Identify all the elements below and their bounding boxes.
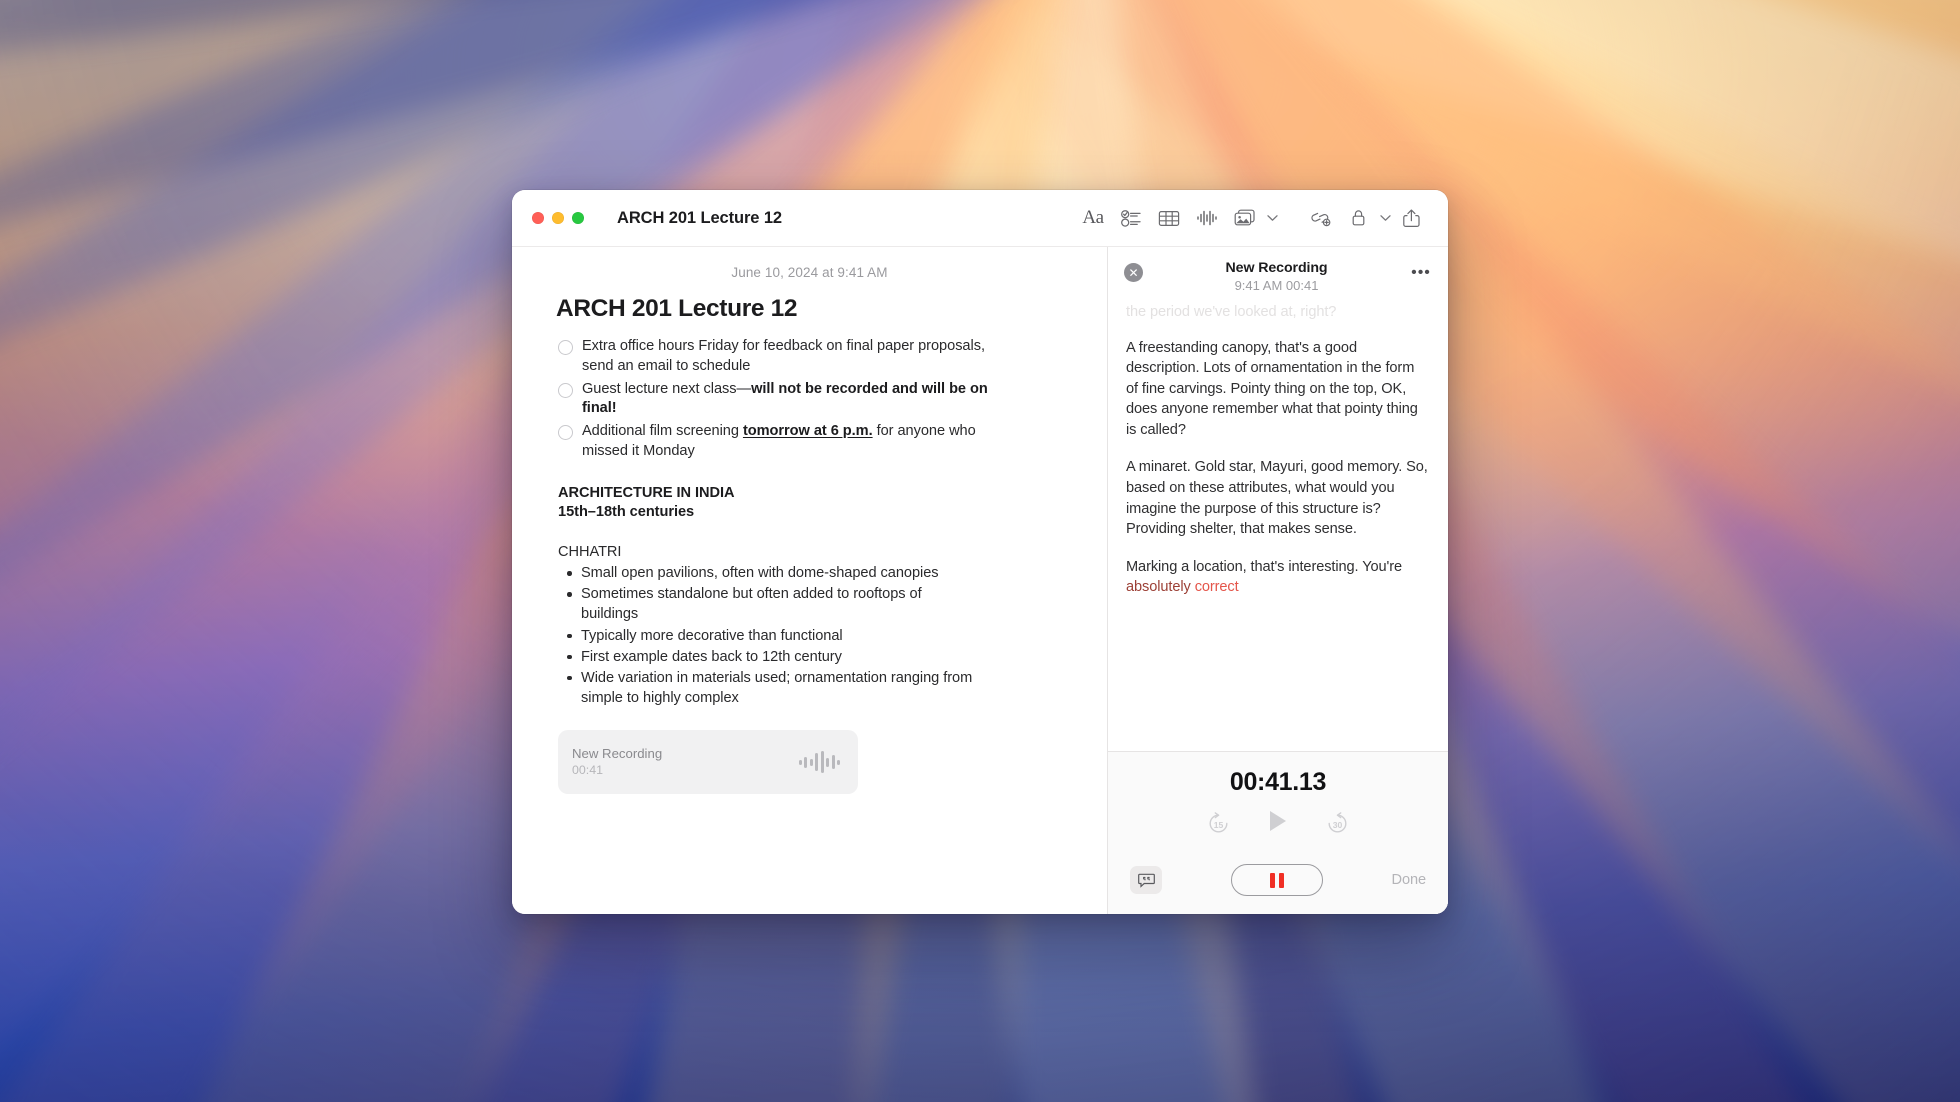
link-add-icon[interactable]: [1301, 202, 1339, 234]
topic-heading: CHHATRI: [558, 544, 622, 561]
audio-attachment[interactable]: New Recording 00:41: [558, 730, 858, 794]
table-icon[interactable]: [1150, 202, 1188, 234]
skip-back-label: 15: [1213, 819, 1224, 830]
media-menu[interactable]: [1226, 202, 1279, 234]
transcript-segment-newest: correct: [1194, 579, 1239, 596]
section-subheading: 15th–18th centuries: [558, 504, 695, 521]
pause-icon-bar: [1278, 872, 1284, 888]
transcript-line: A freestanding canopy, that's a good des…: [1126, 339, 1418, 438]
lock-menu[interactable]: [1339, 202, 1392, 234]
window-titlebar: ARCH 201 Lecture 12 Aa: [512, 190, 1448, 247]
skip-forward-30-icon[interactable]: 30: [1325, 811, 1350, 836]
skip-forward-label: 30: [1332, 819, 1343, 830]
pause-recording-button[interactable]: [1230, 864, 1323, 896]
section-heading: ARCHITECTURE IN INDIA: [558, 484, 735, 501]
transcript-area[interactable]: the period we've looked at, right? A fre…: [1108, 302, 1448, 751]
recording-titles: New Recording 9:41 AM 00:41: [1143, 260, 1410, 293]
checklist-item[interactable]: Additional film screening tomorrow at 6 …: [558, 422, 1061, 462]
share-icon[interactable]: [1392, 202, 1430, 234]
transcript-segment-recent: absolutely: [1126, 579, 1191, 596]
recording-title: New Recording: [1225, 260, 1328, 276]
recording-header: ✕ New Recording 9:41 AM 00:41 •••: [1108, 247, 1448, 302]
audio-player: 00:41.13 15 30 Done: [1108, 751, 1448, 914]
minimize-window-button[interactable]: [552, 212, 564, 224]
checkbox-icon[interactable]: [558, 340, 573, 355]
transcript-line-live: Marking a location, that's interesting. …: [1126, 557, 1430, 598]
player-bottom-bar: Done: [1108, 848, 1448, 914]
recording-more-button[interactable]: •••: [1410, 263, 1432, 283]
note-checklist: Extra office hours Friday for feedback o…: [558, 337, 1061, 462]
audio-attachment-name: New Recording: [572, 746, 663, 762]
list-item: Wide variation in materials used; orname…: [558, 668, 978, 708]
list-item: Small open pavilions, often with dome-sh…: [558, 563, 978, 583]
note-section: ARCHITECTURE IN INDIA 15th–18th centurie…: [558, 484, 1061, 524]
audio-attachment-meta: New Recording 00:41: [572, 745, 789, 779]
notes-window: ARCH 201 Lecture 12 Aa June 10, 2024 at …: [512, 190, 1448, 914]
checklist-icon[interactable]: [1112, 202, 1150, 234]
checklist-item[interactable]: Guest lecture next class—will not be rec…: [558, 380, 1061, 420]
note-date: June 10, 2024 at 9:41 AM: [731, 265, 888, 280]
checkbox-icon[interactable]: [558, 382, 573, 398]
close-window-button[interactable]: [532, 212, 544, 224]
recording-panel: ✕ New Recording 9:41 AM 00:41 ••• the pe…: [1107, 247, 1448, 914]
checkbox-icon[interactable]: [558, 425, 573, 441]
list-item: Sometimes standalone but often added to …: [558, 584, 978, 624]
pause-icon-bar: [1269, 872, 1275, 888]
audio-waveform-icon[interactable]: [1188, 202, 1226, 234]
play-icon[interactable]: [1267, 809, 1289, 838]
done-button[interactable]: Done: [1392, 872, 1427, 888]
lock-icon[interactable]: [1339, 202, 1377, 234]
list-item: Typically more decorative than functiona…: [558, 626, 978, 646]
window-body: June 10, 2024 at 9:41 AM ARCH 201 Lectur…: [512, 247, 1448, 914]
list-item: First example dates back to 12th century: [558, 647, 978, 667]
transcript-segment: Marking a location, that's interesting. …: [1126, 558, 1402, 575]
transcript-line: A minaret. Gold star, Mayuri, good memor…: [1126, 459, 1428, 538]
media-chevron-icon[interactable]: [1265, 203, 1279, 233]
close-recording-button[interactable]: ✕: [1124, 263, 1143, 282]
note-editor[interactable]: June 10, 2024 at 9:41 AM ARCH 201 Lectur…: [512, 247, 1107, 914]
checklist-item-label: Additional film screening tomorrow at 6 …: [582, 423, 976, 459]
traffic-lights: [532, 212, 584, 224]
recording-subtitle: 9:41 AM 00:41: [1234, 278, 1319, 293]
checklist-item[interactable]: Extra office hours Friday for feedback o…: [558, 337, 1061, 377]
player-timecode: 00:41.13: [1229, 768, 1327, 796]
toolbar: Aa: [1074, 202, 1430, 234]
transcript-line: the period we've looked at, right?: [1126, 304, 1337, 320]
media-icon[interactable]: [1226, 202, 1264, 234]
page-title: ARCH 201 Lecture 12: [617, 208, 783, 227]
skip-back-15-icon[interactable]: 15: [1206, 811, 1231, 836]
audio-waveform-icon: [798, 751, 840, 773]
maximize-window-button[interactable]: [572, 212, 584, 224]
audio-attachment-duration: 00:41: [572, 763, 604, 778]
transcript-quote-icon[interactable]: [1130, 866, 1162, 894]
checklist-item-label: Guest lecture next class—will not be rec…: [582, 380, 988, 417]
note-bullet-list: Small open pavilions, often with dome-sh…: [558, 563, 1061, 708]
checklist-item-label: Extra office hours Friday for feedback o…: [582, 338, 985, 374]
format-aa-icon[interactable]: Aa: [1074, 202, 1112, 234]
lock-chevron-icon[interactable]: [1378, 203, 1392, 233]
note-title: ARCH 201 Lecture 12: [556, 295, 798, 322]
player-transport: 15 30: [1108, 809, 1448, 838]
